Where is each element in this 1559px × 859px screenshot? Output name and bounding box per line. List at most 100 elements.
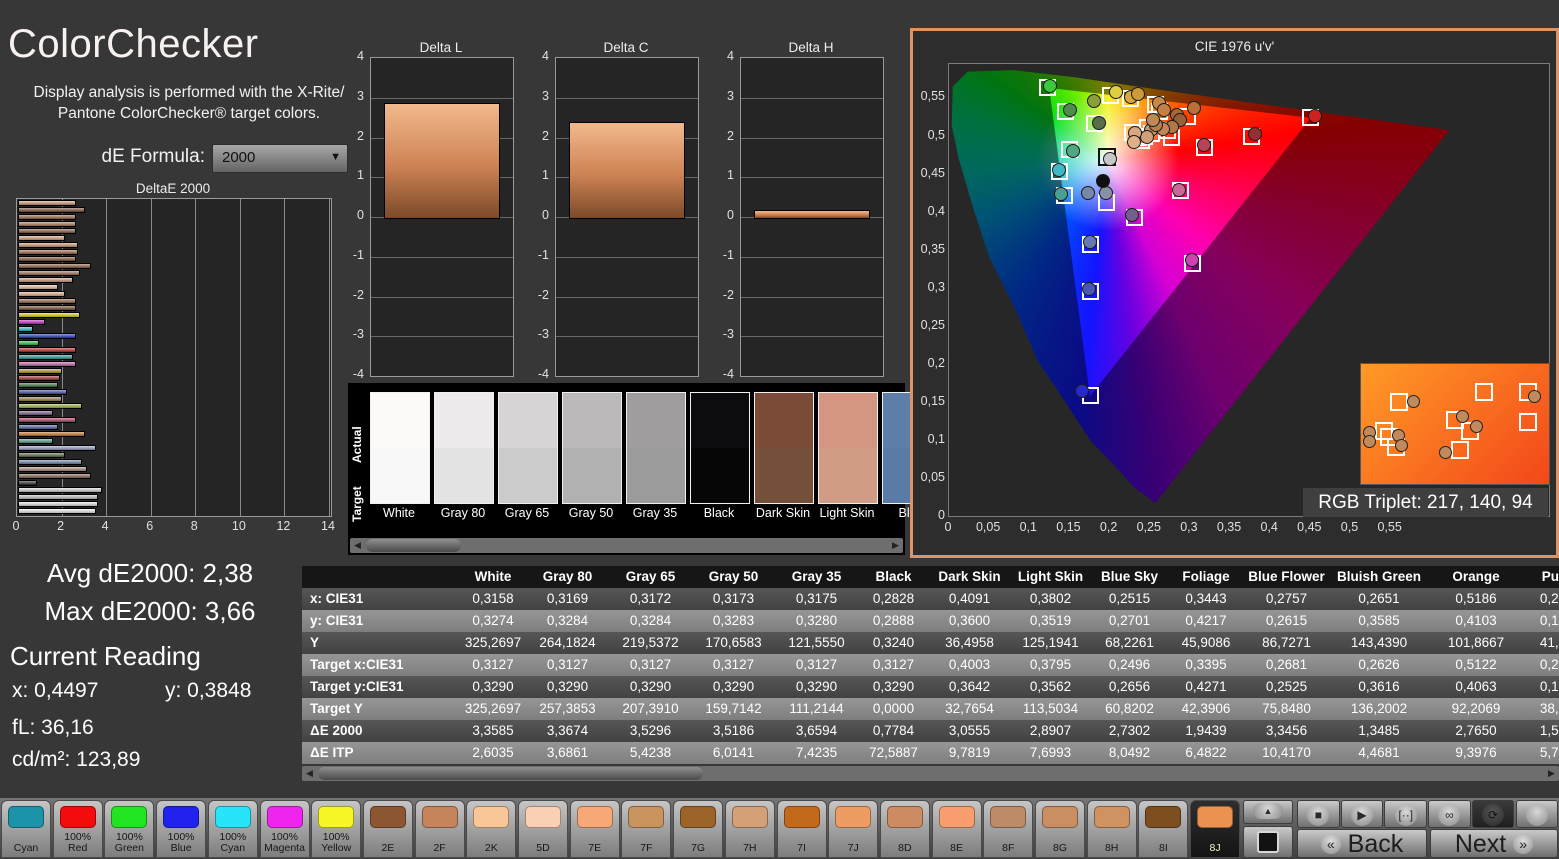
patch-tab-8f[interactable]: 8F [983, 800, 1034, 858]
table-cell: 0,2888 [872, 613, 915, 628]
patch-tab-7g[interactable]: 7G [673, 800, 724, 858]
column-header: White [474, 569, 512, 584]
patch-tab-100-magenta[interactable]: 100% Magenta [259, 800, 310, 858]
table-cell: 159,7142 [705, 701, 762, 716]
square-icon [1257, 831, 1279, 853]
cie-inset-zoom [1360, 363, 1550, 485]
stop-button[interactable]: ■ [1297, 800, 1340, 828]
table-cell: 0,3127 [546, 657, 589, 672]
patch-tab-100red[interactable]: 100% Red [52, 800, 103, 858]
patch-tab-2k[interactable]: 2K [466, 800, 517, 858]
table-cell: 8,0492 [1108, 745, 1151, 760]
patch-tab-100-green[interactable]: 100% Green [104, 800, 155, 858]
patch-tab-7h[interactable]: 7H [724, 800, 775, 858]
patch-tab-label: 7H [743, 842, 757, 854]
table-cell: 5,4238 [629, 745, 672, 760]
scroll-left-icon[interactable]: ◀ [350, 538, 365, 553]
swatch-target [499, 448, 557, 503]
chevron-down-icon: ▼ [330, 151, 341, 163]
single-measure-button[interactable]: [··] [1384, 800, 1428, 828]
swatch-scrollbar[interactable]: ◀ ▶ [350, 538, 903, 553]
cie-y-tick: 0,25 [920, 317, 945, 332]
mini-chart-deltaL [370, 57, 514, 377]
swatch-scroll-thumb[interactable] [366, 539, 461, 552]
table-cell: 111,2144 [789, 701, 844, 716]
x-tick-label: 14 [321, 519, 335, 533]
table-cell: 3,5296 [629, 723, 672, 738]
table-cell: 0,3802 [1029, 591, 1072, 606]
back-label: Back [1347, 830, 1404, 858]
deltae-bar [18, 291, 65, 298]
patch-tab-label: 100% Blue [167, 831, 195, 854]
patch-tab-7e[interactable]: 7E [569, 800, 620, 858]
play-button[interactable]: ▶ [1340, 800, 1384, 828]
deltae-bar [18, 431, 85, 438]
swatch-dark-skin [754, 392, 814, 504]
next-button[interactable]: Next » [1430, 829, 1558, 858]
deltae-bar [18, 466, 87, 473]
patch-tab-label: Cyan [13, 842, 39, 854]
table-cell: 3,5186 [712, 723, 755, 738]
patch-tab-5d[interactable]: 5D [518, 800, 568, 858]
next-arrow-icon: » [1513, 834, 1534, 854]
table-cell: 7,4235 [795, 745, 838, 760]
patch-tab-7i[interactable]: 7I [776, 800, 827, 858]
table-scroll-thumb[interactable] [318, 767, 703, 780]
table-cell: 0,4091 [948, 591, 991, 606]
table-cell: 0,3158 [472, 591, 514, 606]
patch-tab-100-yellow[interactable]: 100% Yellow [311, 800, 362, 858]
patch-tab-8h[interactable]: 8H [1086, 800, 1137, 858]
patch-tab-7f[interactable]: 7F [621, 800, 672, 858]
patch-tab-cyan[interactable]: Cyan [1, 800, 51, 858]
deltae-chart [16, 198, 332, 517]
loop-measure-button[interactable]: ⟳ [1471, 800, 1515, 828]
table-scrollbar[interactable]: ◀ ▶ [302, 766, 1559, 781]
inset-measured-marker [1527, 389, 1541, 403]
scroll-right-icon[interactable]: ▶ [888, 538, 903, 553]
patch-tab-8e[interactable]: 8E [931, 800, 982, 858]
table-cell: 0,2615 [1265, 613, 1308, 628]
scroll-left-icon[interactable]: ◀ [302, 766, 317, 781]
table-cell: 0,3585 [1358, 613, 1400, 628]
patch-tab-2f[interactable]: 2F [414, 800, 465, 858]
patch-tab-7j[interactable]: 7J [828, 800, 879, 858]
deltae-bar [18, 312, 81, 319]
table-cell: 0,3616 [1358, 679, 1400, 694]
deltae-bar [18, 417, 76, 424]
table-cell: 45,9086 [1181, 635, 1231, 650]
patch-tab-label: 8J [1209, 842, 1221, 854]
table-row: Y 325,2697 264,1824 219,5372 170,6583 121,555… [302, 632, 1559, 654]
stop-square-button[interactable] [1243, 826, 1293, 858]
inset-target-marker [1474, 383, 1493, 402]
table-cell: 60,8202 [1105, 701, 1154, 716]
expand-button[interactable]: ▲ [1243, 800, 1293, 824]
mini-chart-title: Delta L [419, 40, 463, 55]
cie-y-tick: 0,5 [927, 127, 945, 142]
blank-button[interactable] [1515, 800, 1559, 828]
patch-tab-100-cyan[interactable]: 100% Cyan [207, 800, 258, 858]
patch-tab-2e[interactable]: 2E [362, 800, 413, 858]
patch-tab-8g[interactable]: 8G [1035, 800, 1085, 858]
patch-tab-8j[interactable]: 8J [1190, 800, 1241, 858]
back-button[interactable]: « Back [1297, 829, 1427, 858]
patch-tab-8i[interactable]: 8I [1138, 800, 1189, 858]
continuous-measure-button[interactable]: ∞ [1428, 800, 1471, 828]
gridline [741, 97, 883, 99]
inset-measured-marker [1469, 420, 1483, 433]
cie-x-tick: 0,45 [1297, 520, 1322, 534]
corner-cell [302, 566, 460, 588]
table-row: x: CIE31 0,3158 0,3169 0,3172 0,3173 0,3175 0,… [302, 588, 1559, 610]
patch-tab-100-blue[interactable]: 100% Blue [156, 800, 207, 858]
reading-y: y: 0,3848 [165, 679, 252, 702]
table-cell: 6,0141 [712, 745, 755, 760]
table-cell: 3,3456 [1265, 723, 1308, 738]
deltae-bar [18, 200, 76, 207]
table-cell: 136,2002 [1350, 701, 1408, 716]
de-formula-dropdown[interactable]: 2000 ▼ [212, 144, 348, 173]
row-label: Target y:CIE31 [310, 679, 404, 694]
patch-tab-label: 7G [691, 842, 706, 854]
scroll-right-icon[interactable]: ▶ [1544, 766, 1559, 781]
patch-tab-8d[interactable]: 8D [879, 800, 930, 858]
table-cell: 0,3395 [1185, 657, 1227, 672]
gridline [371, 336, 513, 338]
